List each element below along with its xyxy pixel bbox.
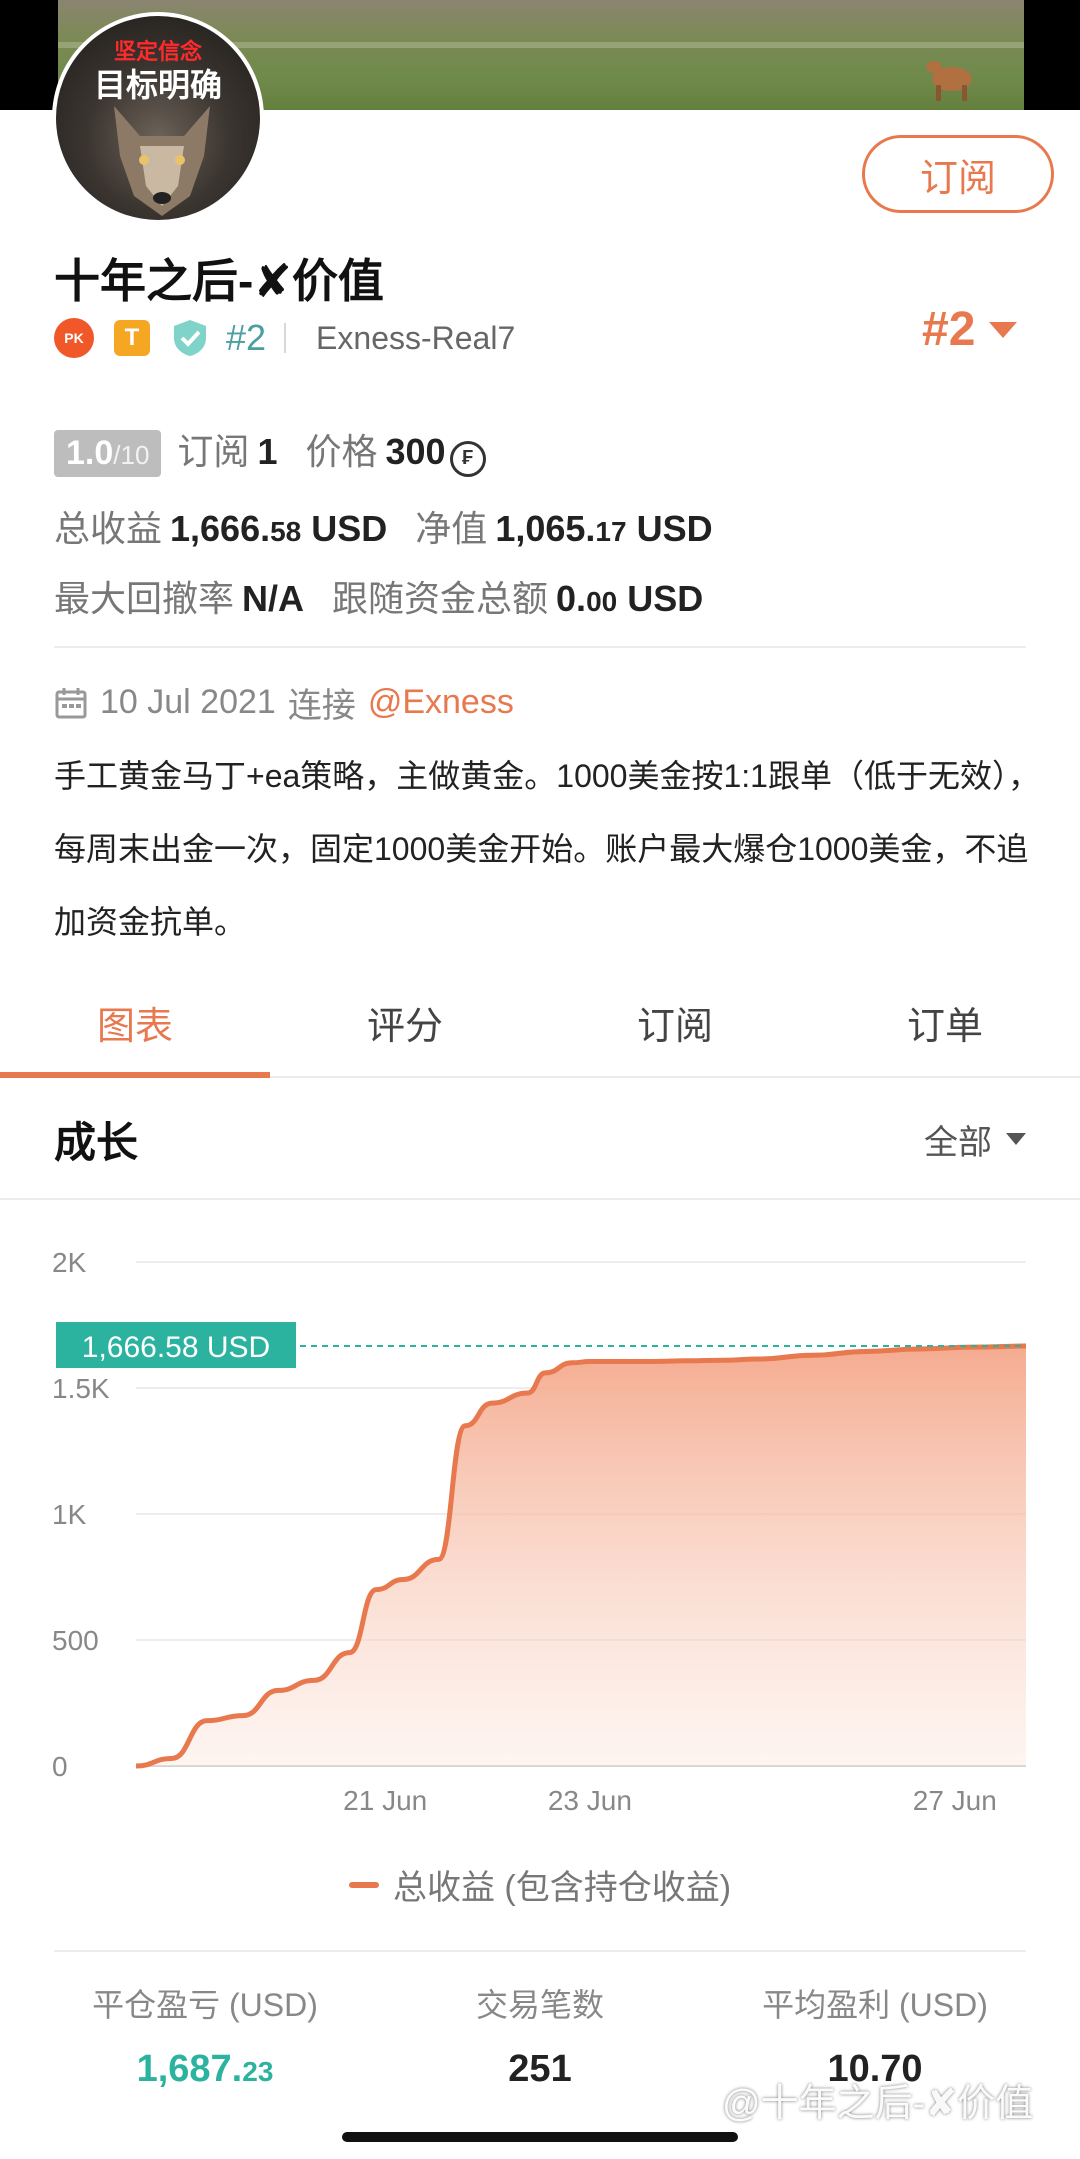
subscribe-button[interactable]: 订阅 <box>862 135 1054 213</box>
rank-dropdown[interactable]: #2 <box>922 302 1018 357</box>
subscribers-value: 1 <box>257 431 278 472</box>
x-tick-label: 23 Jun <box>548 1785 632 1816</box>
stats-row-3: 最大回撤率 N/A 跟随资金总额 0.00 USD <box>54 570 731 622</box>
connection-label: 连接 <box>287 687 356 725</box>
trades-label: 交易笔数 <box>475 1987 604 2023</box>
closed-pl-main: 1,687. <box>136 2048 243 2090</box>
price-label: 价格 <box>305 431 378 472</box>
watermark: @十年之后-✘价值 <box>722 2083 1034 2125</box>
legend-swatch <box>348 1881 379 1888</box>
caret-down-icon <box>989 321 1018 338</box>
score-value: 1.0 <box>66 434 114 472</box>
closed-pl-value: 1,687.23 <box>137 2048 274 2091</box>
connection-row: 10 Jul 2021 连接 @Exness <box>54 678 514 727</box>
strategy-description: 手工黄金马丁+ea策略，主做黄金。1000美金按1:1跟单（低于无效），每周末出… <box>54 758 1040 940</box>
rank-value: #2 <box>922 303 976 356</box>
y-tick-label: 1.5K <box>52 1373 110 1404</box>
current-value-label: 1,666.58 USD <box>82 1331 270 1364</box>
avg-profit-label: 平均盈利 (USD) <box>762 1987 988 2023</box>
closed-pl-stat: 平仓盈亏 (USD) 1,687.23 <box>40 1980 370 2091</box>
follow-funds-unit: USD <box>627 578 704 619</box>
trades-value: 251 <box>508 2048 572 2090</box>
chart-legend: 总收益 (包含持仓收益) <box>0 1860 1080 1909</box>
trader-name: 十年之后-✘价值 <box>54 255 384 307</box>
divider <box>54 646 1026 648</box>
y-tick-label: 1K <box>52 1499 87 1530</box>
equity-value: 1,065.17 USD <box>495 508 712 550</box>
total-profit-decimal: 58 <box>270 516 302 547</box>
badge-row: PK T #2 Exness-Real7 <box>54 313 515 363</box>
closed-pl-label: 平仓盈亏 (USD) <box>92 1987 318 2023</box>
home-indicator[interactable] <box>342 2132 738 2142</box>
horse-icon <box>926 61 972 101</box>
trades-stat: 交易笔数 251 <box>375 1980 705 2091</box>
follow-funds-decimal: 00 <box>586 586 618 617</box>
equity-decimal: 17 <box>595 516 627 547</box>
t-badge-icon[interactable]: T <box>114 320 150 356</box>
tab-rating[interactable]: 评分 <box>270 968 540 1076</box>
legend-label: 总收益 (包含持仓收益) <box>392 1869 732 1907</box>
wolf-icon <box>114 106 210 216</box>
follow-funds-value: 0.00 USD <box>556 578 703 620</box>
x-tick-label: 21 Jun <box>343 1785 427 1816</box>
follow-funds-label: 跟随资金总额 <box>332 578 549 619</box>
stats-row-1: 1.0 /10 订阅 1 价格 300 ₣ <box>54 423 486 477</box>
growth-title: 成长 <box>54 1118 139 1166</box>
divider <box>284 323 287 353</box>
equity-main: 1,065. <box>495 508 596 549</box>
max-drawdown-label: 最大回撤率 <box>54 578 235 619</box>
stats-row-2: 总收益 1,666.58 USD 净值 1,065.17 USD <box>54 500 741 552</box>
rank-label: #2 <box>226 317 267 358</box>
total-profit-main: 1,666. <box>170 508 271 549</box>
max-drawdown-value: N/A <box>242 578 305 619</box>
broker-link[interactable]: @Exness <box>368 683 514 722</box>
equity-label: 净值 <box>415 508 488 549</box>
total-profit-value: 1,666.58 USD <box>170 508 387 550</box>
subscribers-label: 订阅 <box>177 431 250 472</box>
avatar-caption-main: 目标明确 <box>93 67 222 103</box>
equity-unit: USD <box>636 508 713 549</box>
follow-funds-main: 0. <box>556 578 587 619</box>
verified-shield-icon[interactable] <box>170 318 210 358</box>
caret-down-icon <box>1006 1133 1026 1145</box>
coin-icon: ₣ <box>449 440 486 477</box>
total-profit-label: 总收益 <box>54 508 163 549</box>
server-name: Exness-Real7 <box>316 319 516 356</box>
score-badge: 1.0 /10 <box>54 430 162 477</box>
total-profit-unit: USD <box>311 508 388 549</box>
tab-subscription[interactable]: 订阅 <box>540 968 810 1076</box>
range-filter-label: 全部 <box>924 1123 992 1162</box>
divider <box>54 1950 1026 1952</box>
chart-svg: 0 500 1K 1.5K 2K 21 Jun 23 Jun 27 Jun 1,666.58 U… <box>52 1247 1027 1816</box>
closed-pl-decimal: 23 <box>242 2056 274 2087</box>
range-filter[interactable]: 全部 <box>924 1115 1026 1164</box>
series-area <box>136 1346 1026 1766</box>
y-tick-label: 0 <box>52 1751 68 1782</box>
growth-header: 成长 全部 <box>0 1080 1080 1200</box>
growth-chart[interactable]: 0 500 1K 1.5K 2K 21 Jun 23 Jun 27 Jun 1,666.58 U… <box>0 1200 1080 1960</box>
tab-orders[interactable]: 订单 <box>810 968 1080 1076</box>
price-value: 300 <box>385 431 446 472</box>
x-tick-label: 27 Jun <box>913 1785 997 1816</box>
y-tick-label: 2K <box>52 1247 87 1278</box>
avatar[interactable]: 坚定信念 目标明确 <box>52 12 264 224</box>
y-tick-label: 500 <box>52 1625 99 1656</box>
score-max: /10 <box>113 440 150 470</box>
tab-bar: 图表 评分 订阅 订单 <box>0 968 1080 1078</box>
connection-date: 10 Jul 2021 <box>100 683 276 721</box>
calendar-icon <box>55 687 87 718</box>
tab-chart[interactable]: 图表 <box>0 968 270 1078</box>
pk-badge-icon[interactable]: PK <box>54 318 94 358</box>
